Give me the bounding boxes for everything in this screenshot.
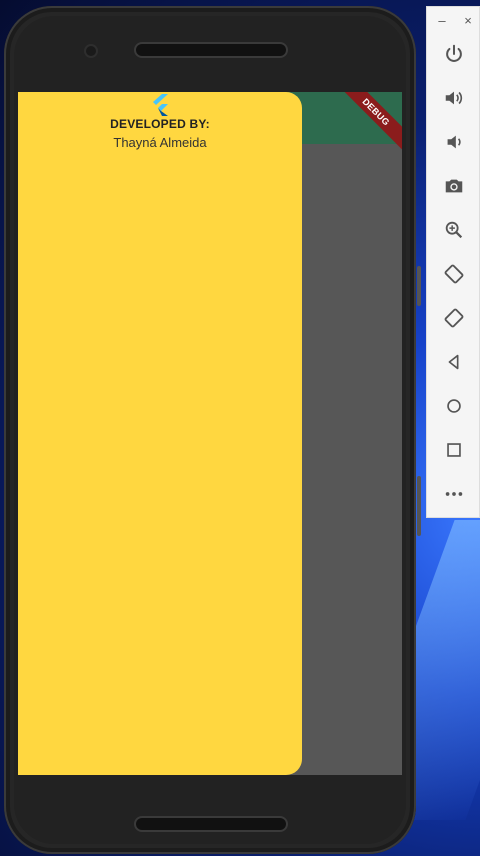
power-icon[interactable] xyxy=(441,41,467,67)
camera-icon[interactable] xyxy=(441,173,467,199)
volume-side-button xyxy=(417,266,421,306)
rotate-left-icon[interactable] xyxy=(441,261,467,287)
volume-down-icon[interactable] xyxy=(441,129,467,155)
power-side-button xyxy=(417,476,421,536)
home-icon[interactable] xyxy=(441,393,467,419)
bottom-speaker xyxy=(136,818,286,830)
device-screen[interactable]: DEBUG DEVELOPED BY: Thayná Almeida xyxy=(18,92,402,775)
navigation-drawer[interactable]: DEVELOPED BY: Thayná Almeida xyxy=(18,92,302,775)
developer-name: Thayná Almeida xyxy=(113,135,207,150)
close-button[interactable]: × xyxy=(461,13,475,28)
top-speaker xyxy=(136,44,286,56)
front-camera xyxy=(86,46,96,56)
emulator-toolbar: – × xyxy=(426,6,480,518)
more-icon[interactable] xyxy=(441,481,467,507)
back-icon[interactable] xyxy=(441,349,467,375)
minimize-button[interactable]: – xyxy=(435,13,449,28)
zoom-icon[interactable] xyxy=(441,217,467,243)
developer-heading: DEVELOPED BY: xyxy=(110,117,210,131)
overview-icon[interactable] xyxy=(441,437,467,463)
rotate-right-icon[interactable] xyxy=(441,305,467,331)
flutter-logo-icon xyxy=(153,94,168,116)
volume-up-icon[interactable] xyxy=(441,85,467,111)
